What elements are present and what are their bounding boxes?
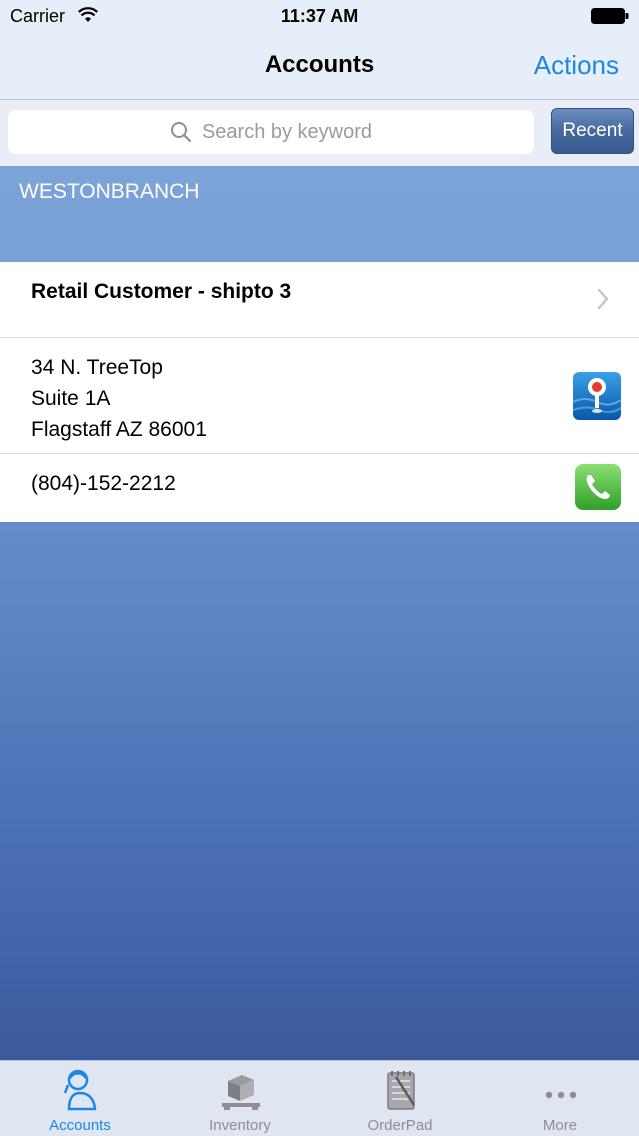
actions-button[interactable]: Actions xyxy=(534,50,619,81)
recent-button[interactable]: Recent xyxy=(551,108,634,154)
address-row[interactable]: 34 N. TreeTop Suite 1A Flagstaff AZ 8600… xyxy=(0,338,639,454)
search-placeholder: Search by keyword xyxy=(201,120,373,143)
tab-inventory[interactable]: Inventory xyxy=(160,1061,320,1136)
account-card: Retail Customer - shipto 3 34 N. TreeTop… xyxy=(0,262,639,522)
tab-bar: Accounts Inventory OrderPad More xyxy=(0,1060,639,1136)
tab-label-more: More xyxy=(542,1117,578,1134)
address-line-3: Flagstaff AZ 86001 xyxy=(31,418,207,441)
search-input[interactable]: Search by keyword xyxy=(8,110,534,154)
branch-section-header: WESTONBRANCH xyxy=(19,180,200,203)
notepad-icon xyxy=(387,1071,416,1110)
status-bar: Carrier 11:37 AM xyxy=(0,0,639,34)
tab-label-inventory: Inventory xyxy=(209,1117,271,1134)
status-time: 11:37 AM xyxy=(280,6,359,26)
map-pin-icon[interactable] xyxy=(573,372,621,420)
person-headset-icon xyxy=(63,1069,97,1111)
tab-more[interactable]: More xyxy=(480,1061,639,1136)
address-line-1: 34 N. TreeTop xyxy=(31,356,163,379)
phone-number: (804)-152-2212 xyxy=(31,472,176,495)
address-line-2: Suite 1A xyxy=(31,387,111,410)
phone-call-icon[interactable] xyxy=(575,464,621,510)
account-name: Retail Customer - shipto 3 xyxy=(31,280,292,303)
tab-label-orderpad: OrderPad xyxy=(367,1117,433,1134)
battery-icon xyxy=(591,8,629,24)
tab-accounts[interactable]: Accounts xyxy=(0,1061,160,1136)
search-icon xyxy=(170,122,192,143)
more-dots-icon xyxy=(545,1091,577,1099)
top-bar: Carrier 11:37 AM Accounts Actions xyxy=(0,0,639,100)
boxes-pallet-icon xyxy=(222,1075,260,1110)
search-row: Search by keyword Recent xyxy=(0,100,639,166)
account-name-row[interactable]: Retail Customer - shipto 3 xyxy=(0,262,639,338)
chevron-right-icon xyxy=(597,288,609,310)
tab-label-accounts: Accounts xyxy=(49,1117,111,1134)
phone-row[interactable]: (804)-152-2212 xyxy=(0,454,639,522)
tab-orderpad[interactable]: OrderPad xyxy=(320,1061,480,1136)
